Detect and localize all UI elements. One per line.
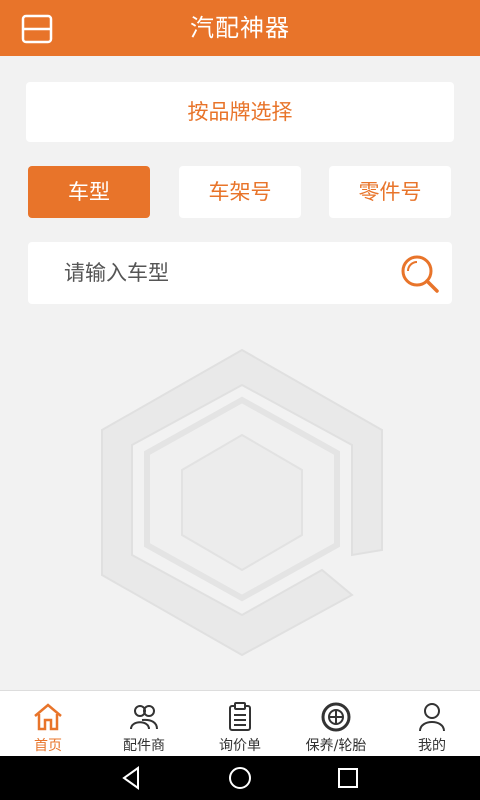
back-icon[interactable]: [118, 764, 146, 792]
home-circle-icon[interactable]: [226, 764, 254, 792]
home-icon: [34, 703, 62, 731]
app-header: 汽配神器: [0, 0, 480, 56]
nav-home-label: 首页: [34, 738, 62, 754]
search-bar: [28, 242, 452, 304]
system-nav-bar: [0, 756, 480, 800]
search-icon[interactable]: [398, 252, 442, 296]
bottom-nav: 首页 配件商 询价单 保养/轮胎 我的: [0, 690, 480, 757]
tire-icon: [321, 702, 351, 732]
nav-profile[interactable]: 我的: [384, 691, 480, 757]
tab-part-number[interactable]: 零件号: [329, 166, 451, 218]
nav-maintenance[interactable]: 保养/轮胎: [288, 691, 384, 757]
users-icon: [130, 705, 158, 730]
recent-apps-icon[interactable]: [334, 764, 362, 792]
nav-inquiry[interactable]: 询价单: [192, 691, 288, 757]
brand-select-button[interactable]: 按品牌选择: [26, 82, 454, 142]
watermark-logo: [101, 348, 383, 657]
tab-vin[interactable]: 车架号: [179, 166, 301, 218]
nav-profile-label: 我的: [418, 738, 446, 754]
nav-maintenance-label: 保养/轮胎: [305, 738, 367, 754]
nav-suppliers-label: 配件商: [123, 738, 165, 754]
tab-car-model[interactable]: 车型: [28, 166, 150, 218]
search-input[interactable]: [28, 242, 388, 304]
nav-home[interactable]: 首页: [0, 691, 96, 757]
nav-inquiry-label: 询价单: [219, 738, 261, 754]
nav-suppliers[interactable]: 配件商: [96, 691, 192, 757]
page-title: 汽配神器: [190, 14, 290, 42]
user-icon: [419, 703, 445, 732]
clipboard-icon: [229, 702, 251, 731]
